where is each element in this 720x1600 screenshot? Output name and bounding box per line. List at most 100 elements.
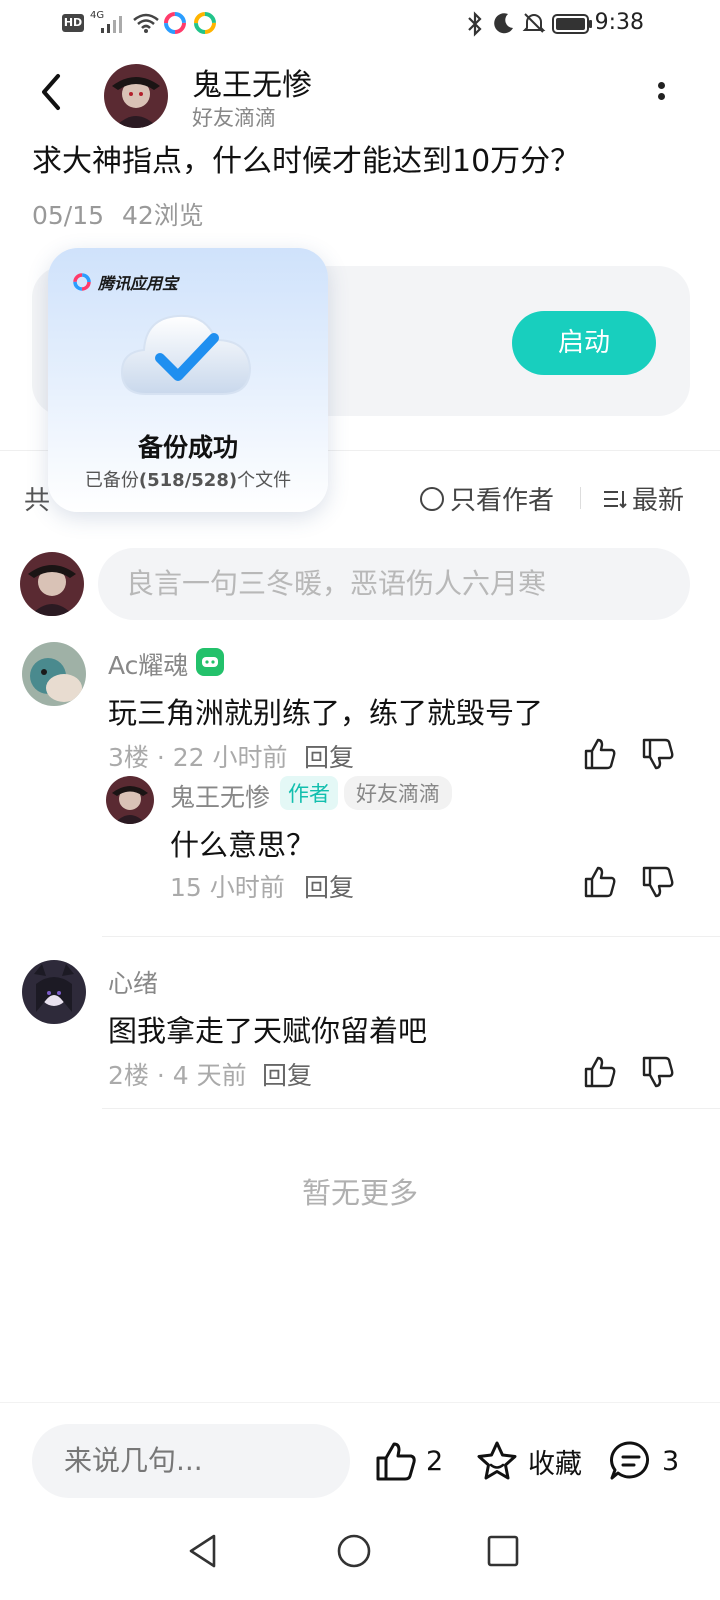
like-button[interactable] <box>582 736 618 772</box>
popup-brand: 腾讯应用宝 <box>72 270 178 294</box>
comment-bubble-icon <box>610 1441 650 1480</box>
only-author-toggle[interactable]: 只看作者 <box>420 480 554 517</box>
comment-floor: 3楼 <box>108 743 149 772</box>
comment-floor: 2楼 <box>108 1061 149 1090</box>
commenter-avatar[interactable] <box>22 960 86 1024</box>
thumbs-down-icon <box>642 1056 674 1088</box>
app-tray-icon <box>164 12 186 34</box>
cloud-check-icon <box>120 314 252 395</box>
reply-text: 什么意思？ <box>170 828 316 862</box>
author-avatar[interactable] <box>104 64 168 128</box>
gamepad-icon <box>196 648 224 676</box>
post-header: 鬼王无惨 好友滴滴 <box>0 48 720 138</box>
post-views: 42浏览 <box>122 201 204 230</box>
launch-button[interactable]: 启动 <box>512 311 656 375</box>
post-date: 05/15 <box>32 201 105 230</box>
comments-button[interactable]: 3 <box>608 1438 679 1484</box>
filter-separator <box>580 487 581 509</box>
author-badge: 作者 <box>280 776 338 810</box>
reply-avatar[interactable] <box>106 776 154 824</box>
popup-brand-label: 腾讯应用宝 <box>98 274 179 293</box>
comment-count: 3 <box>662 1445 680 1477</box>
post-like-button[interactable]: 2 <box>374 1438 443 1484</box>
comment-time: 4 天前 <box>172 1061 247 1090</box>
more-vertical-icon <box>654 82 668 100</box>
comment-meta: 2楼 · 4 天前 <box>108 1061 247 1090</box>
post-title: 求大神指点，什么时候才能达到10万分？ <box>32 144 581 174</box>
sort-icon <box>604 490 627 508</box>
friend-tag-badge: 好友滴滴 <box>344 776 452 810</box>
signal-icon <box>101 16 122 33</box>
comment-text: 图我拿走了天赋你留着吧 <box>108 1014 428 1048</box>
like-count: 2 <box>426 1445 444 1477</box>
hd-icon: HD <box>62 14 84 32</box>
nav-back-icon[interactable] <box>186 1532 220 1570</box>
reply-button[interactable]: 回复 <box>304 738 354 774</box>
comment-text: 玩三角洲就别练了，练了就毁号了 <box>108 696 544 730</box>
status-bar: HD 4G 9:38 <box>0 0 720 48</box>
bottom-comment-input[interactable]: 来说几句... <box>32 1424 350 1498</box>
nav-recents-icon[interactable] <box>486 1534 520 1568</box>
star-icon <box>477 1441 517 1480</box>
popup-subtitle-suffix: 个文件 <box>237 470 292 491</box>
author-name[interactable]: 鬼王无惨 <box>192 60 312 104</box>
reply-button[interactable]: 回复 <box>304 868 354 904</box>
popup-subtitle-count: (518/528) <box>138 470 238 491</box>
radio-icon <box>420 486 444 511</box>
commenter-avatar[interactable] <box>22 642 86 706</box>
thumbs-up-icon <box>584 1056 616 1088</box>
avatar-image <box>20 552 84 616</box>
my-avatar <box>20 552 84 616</box>
nav-home-icon[interactable] <box>336 1532 372 1570</box>
comment-meta: 3楼 · 22 小时前 <box>108 743 288 772</box>
thumbs-down-icon <box>642 738 674 770</box>
avatar-image <box>22 960 86 1024</box>
favorite-button[interactable]: 收藏 <box>474 1438 582 1484</box>
bluetooth-icon <box>468 11 482 37</box>
commenter-name[interactable]: 心绪 <box>108 964 158 1000</box>
dislike-button[interactable] <box>640 1054 676 1090</box>
like-button[interactable] <box>582 864 618 900</box>
avatar-image <box>106 776 154 824</box>
app-tray-icon <box>194 12 216 34</box>
comment-input[interactable]: 良言一句三冬暖，恶语伤人六月寒 <box>98 548 690 620</box>
divider <box>102 936 720 937</box>
favorite-label: 收藏 <box>528 1448 582 1480</box>
divider <box>102 1108 720 1109</box>
clock: 9:38 <box>594 10 644 35</box>
author-tag: 好友滴滴 <box>192 106 276 130</box>
comment-time: 22 小时前 <box>172 743 288 772</box>
comment-count-label: 共 <box>24 486 51 516</box>
dislike-button[interactable] <box>640 864 676 900</box>
mute-icon <box>522 13 546 33</box>
yingyongbao-logo-icon <box>73 273 91 291</box>
backup-success-popup[interactable]: 腾讯应用宝 备份成功 已备份(518/528)个文件 <box>48 248 328 512</box>
only-author-label: 只看作者 <box>450 486 555 516</box>
system-nav-bar <box>0 1522 720 1600</box>
sort-latest-button[interactable]: 最新 <box>602 480 684 517</box>
back-icon <box>42 74 60 110</box>
back-button[interactable] <box>32 70 72 114</box>
sort-latest-label: 最新 <box>632 486 685 516</box>
thumbs-down-icon <box>642 866 674 898</box>
wifi-icon <box>133 13 159 33</box>
thumbs-up-icon <box>584 866 616 898</box>
battery-icon <box>552 14 592 34</box>
thumbs-up-icon <box>584 738 616 770</box>
moon-icon <box>494 13 513 34</box>
popup-title: 备份成功 <box>137 433 238 462</box>
popup-subtitle-prefix: 已备份 <box>84 470 139 491</box>
popup-subtitle: 已备份(518/528)个文件 <box>48 466 328 492</box>
avatar-image <box>104 64 168 128</box>
dislike-button[interactable] <box>640 736 676 772</box>
reply-user-name[interactable]: 鬼王无惨 <box>170 778 270 814</box>
post-meta: 05/15 42浏览 <box>32 196 204 232</box>
more-options-button[interactable] <box>654 78 668 114</box>
list-end-label: 暂无更多 <box>301 1176 418 1210</box>
commenter-name[interactable]: Ac耀魂 <box>108 646 188 682</box>
reply-time: 15 小时前 <box>170 873 285 902</box>
thumbs-up-icon <box>376 1442 416 1481</box>
like-button[interactable] <box>582 1054 618 1090</box>
reply-button[interactable]: 回复 <box>262 1056 312 1092</box>
avatar-image <box>22 642 86 706</box>
